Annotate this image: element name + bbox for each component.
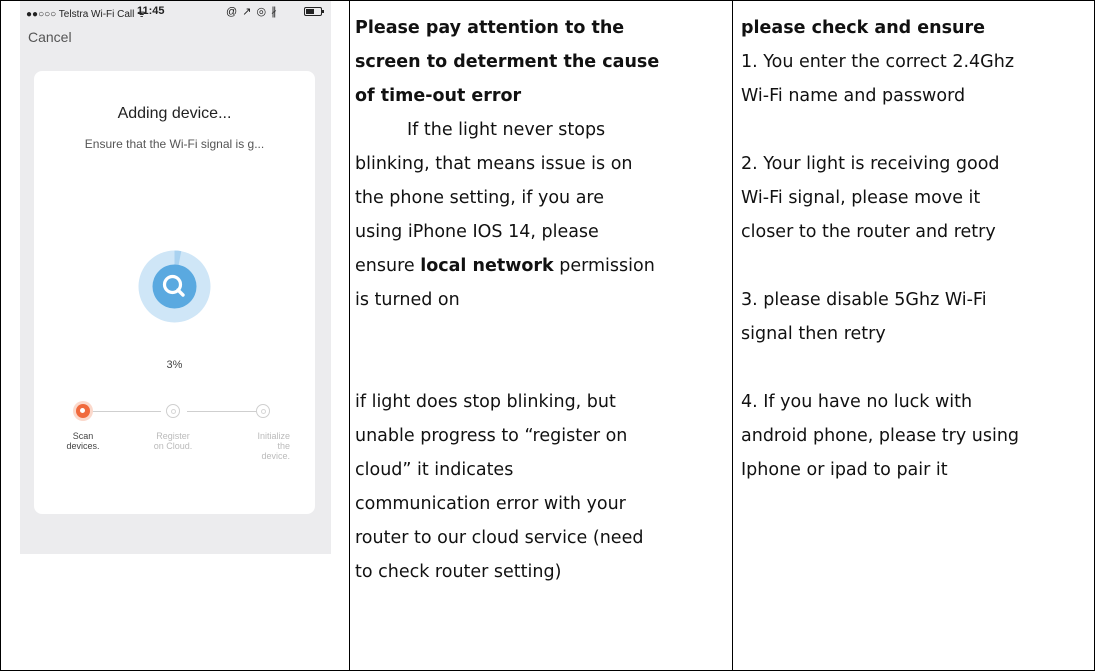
para1-line-1: If the light never stops	[407, 120, 606, 140]
para2-line-6: to check router setting)	[355, 562, 562, 582]
step-connector-1	[89, 411, 161, 412]
para1-line-5: ensure local network permission	[355, 256, 655, 276]
item3-line-2: signal then retry	[741, 324, 886, 344]
search-progress-ring	[138, 250, 211, 323]
status-icons: @ ↗ ◎ ∦	[226, 6, 278, 18]
item1-line-1: 1. You enter the correct 2.4Ghz	[741, 52, 1015, 72]
progress-steps: Scan devices. Register on Cloud. Initial…	[34, 401, 315, 481]
step-cloud-icon	[166, 404, 180, 418]
item2-line-2: Wi-Fi signal, please move it	[741, 188, 981, 208]
para1-line-4: using iPhone IOS 14, please	[355, 222, 599, 242]
item4-line-2: android phone, please try using	[741, 426, 1020, 446]
item4-line-3: Iphone or ipad to pair it	[741, 460, 948, 480]
heading-line-1: Please pay attention to the	[355, 18, 625, 38]
step-label-scan: Scan devices.	[66, 431, 100, 451]
card-subtitle: Ensure that the Wi-Fi signal is g...	[84, 137, 265, 151]
step-connector-2	[187, 411, 259, 412]
step-label-initialize: Initialize the device.	[257, 431, 290, 461]
step-scan-icon	[76, 404, 90, 418]
checklist-cell: please check and ensure 1. You enter the…	[741, 0, 1090, 671]
para2-line-3: cloud” it indicates	[355, 460, 514, 480]
phone-screen: ●●○○○ Telstra Wi-Fi Call ᯤ 11:45 @ ↗ ◎ ∦…	[20, 1, 331, 554]
card-title: Adding device...	[117, 105, 232, 122]
para2-line-5: router to our cloud service (need	[355, 528, 644, 548]
step-label-register: Register on Cloud.	[153, 431, 193, 451]
para1-line-2: blinking, that means issue is on	[355, 154, 633, 174]
progress-percent: 3%	[166, 359, 183, 371]
battery-icon	[304, 7, 324, 16]
phone-screenshot-cell: ●●○○○ Telstra Wi-Fi Call ᯤ 11:45 @ ↗ ◎ ∦…	[1, 1, 348, 671]
para1-line-6: is turned on	[355, 290, 460, 310]
step-initialize-icon	[256, 404, 270, 418]
status-carrier: ●●○○○ Telstra Wi-Fi Call ᯤ	[26, 9, 147, 20]
para1-line-3: the phone setting, if you are	[355, 188, 605, 208]
column-divider-1	[349, 0, 350, 671]
status-bar: ●●○○○ Telstra Wi-Fi Call ᯤ 11:45 @ ↗ ◎ ∦	[26, 5, 326, 20]
heading-line-2: screen to determent the cause	[355, 52, 660, 72]
local-network-emphasis: local network	[420, 256, 554, 276]
item2-line-1: 2. Your light is receiving good	[741, 154, 1000, 174]
status-time: 11:45	[137, 5, 165, 17]
para2-line-1: if light does stop blinking, but	[355, 392, 616, 412]
para2-line-2: unable progress to “register on	[355, 426, 628, 446]
adding-device-card: Adding device... Ensure that the Wi-Fi s…	[34, 71, 315, 514]
para2-line-4: communication error with your	[355, 494, 626, 514]
heading-line-3: of time-out error	[355, 86, 522, 106]
column-divider-2	[732, 0, 733, 671]
ring-inner	[152, 264, 197, 309]
item1-line-2: Wi-Fi name and password	[741, 86, 966, 106]
checklist-heading: please check and ensure	[741, 18, 985, 38]
item4-line-1: 4. If you have no luck with	[741, 392, 973, 412]
cancel-button[interactable]: Cancel	[28, 29, 72, 45]
item3-line-1: 3. please disable 5Ghz Wi-Fi	[741, 290, 987, 310]
timeout-explanation-cell: Please pay attention to the screen to de…	[355, 0, 725, 671]
item2-line-3: closer to the router and retry	[741, 222, 996, 242]
